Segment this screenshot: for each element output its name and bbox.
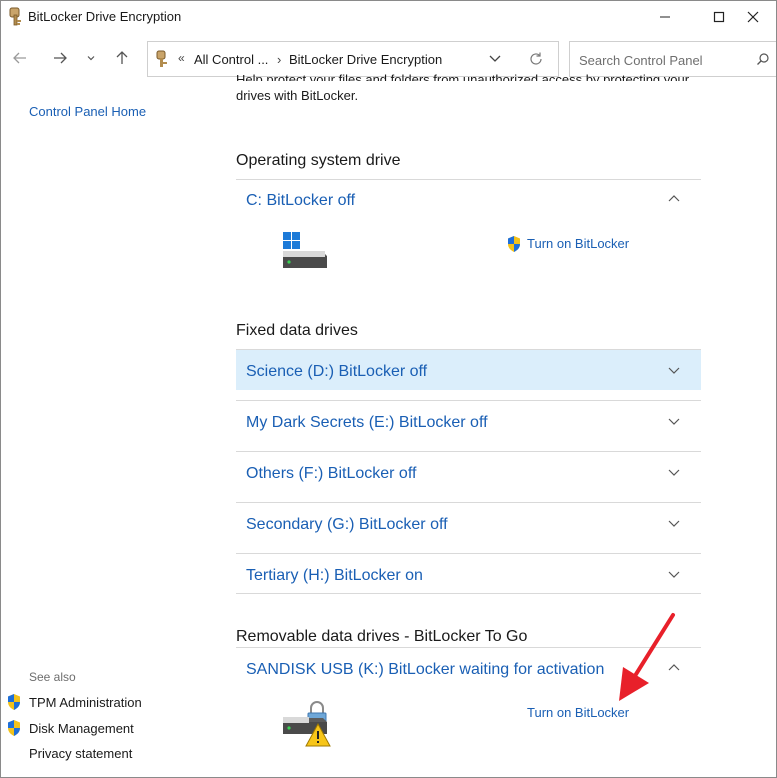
drive-h-label[interactable]: Tertiary (H:) BitLocker on bbox=[246, 567, 423, 585]
drive-d-label[interactable]: Science (D:) BitLocker off bbox=[246, 363, 427, 381]
turn-on-bitlocker-c-link[interactable]: Turn on BitLocker bbox=[527, 236, 629, 251]
title-bar: BitLocker Drive Encryption bbox=[1, 1, 776, 32]
control-panel-home-link[interactable]: Control Panel Home bbox=[29, 104, 146, 119]
red-arrow-annotation bbox=[619, 613, 675, 701]
up-button[interactable] bbox=[111, 47, 133, 69]
drive-k-label[interactable]: SANDISK USB (K:) BitLocker waiting for a… bbox=[246, 661, 604, 679]
privacy-statement-link[interactable]: Privacy statement bbox=[29, 746, 132, 761]
drive-e-label[interactable]: My Dark Secrets (E:) BitLocker off bbox=[246, 414, 488, 432]
drive-c-label[interactable]: C: BitLocker off bbox=[246, 192, 355, 210]
arrow-left-icon bbox=[13, 52, 26, 64]
chevron-down-icon[interactable] bbox=[668, 367, 680, 375]
chevron-down-icon[interactable] bbox=[668, 520, 680, 528]
drive-row-d[interactable]: Science (D:) BitLocker off bbox=[236, 349, 701, 390]
uac-shield-icon bbox=[8, 694, 20, 710]
removable-drive-warning-icon bbox=[283, 701, 331, 747]
uac-shield-icon bbox=[8, 720, 20, 736]
refresh-icon[interactable] bbox=[528, 51, 544, 67]
back-button[interactable] bbox=[9, 47, 31, 69]
drive-g-label[interactable]: Secondary (G:) BitLocker off bbox=[246, 516, 448, 534]
os-drive-icon bbox=[283, 232, 327, 268]
breadcrumb-bitlocker[interactable]: BitLocker Drive Encryption bbox=[289, 52, 442, 67]
recent-locations-button[interactable] bbox=[81, 47, 101, 69]
close-button[interactable] bbox=[730, 1, 776, 32]
chevron-up-icon[interactable] bbox=[668, 194, 680, 202]
chevron-down-icon[interactable] bbox=[668, 571, 680, 579]
minimize-icon bbox=[660, 16, 670, 17]
scroll-clip bbox=[146, 81, 776, 88]
minimize-button[interactable] bbox=[642, 1, 688, 32]
bitlocker-key-icon bbox=[9, 7, 21, 26]
breadcrumb-all-control-panel[interactable]: All Control ... bbox=[194, 52, 268, 67]
chevron-down-icon[interactable] bbox=[668, 418, 680, 426]
uac-shield-icon bbox=[508, 236, 520, 252]
chevron-down-icon[interactable] bbox=[668, 469, 680, 477]
control-panel-icon bbox=[156, 50, 167, 67]
window-title: BitLocker Drive Encryption bbox=[28, 9, 182, 24]
breadcrumb-separator: › bbox=[277, 52, 282, 67]
search-icon[interactable] bbox=[756, 52, 770, 66]
os-drive-heading: Operating system drive bbox=[236, 152, 401, 169]
maximize-icon bbox=[713, 11, 725, 22]
drive-row-h[interactable]: Tertiary (H:) BitLocker on bbox=[236, 553, 701, 594]
drive-row-g[interactable]: Secondary (G:) BitLocker off bbox=[236, 502, 701, 543]
removable-drives-heading: Removable data drives - BitLocker To Go bbox=[236, 628, 528, 645]
search-input[interactable]: Search Control Panel bbox=[579, 53, 703, 68]
disk-management-link[interactable]: Disk Management bbox=[29, 721, 134, 736]
address-dropdown-icon[interactable] bbox=[488, 53, 502, 65]
drive-row-e[interactable]: My Dark Secrets (E:) BitLocker off bbox=[236, 400, 701, 441]
forward-button[interactable] bbox=[49, 47, 71, 69]
close-icon bbox=[747, 11, 759, 22]
arrow-up-icon bbox=[116, 51, 128, 64]
breadcrumb-overflow[interactable]: « bbox=[178, 51, 185, 65]
drive-row-f[interactable]: Others (F:) BitLocker off bbox=[236, 451, 701, 492]
chevron-down-icon bbox=[87, 56, 95, 61]
see-also-heading: See also bbox=[29, 670, 76, 684]
tpm-administration-link[interactable]: TPM Administration bbox=[29, 695, 142, 710]
drive-f-label[interactable]: Others (F:) BitLocker off bbox=[246, 465, 416, 483]
bitlocker-window: BitLocker Drive Encryption « All Control… bbox=[0, 0, 777, 778]
os-drive-panel: C: BitLocker off Turn on BitLocker bbox=[236, 179, 701, 319]
fixed-drives-heading: Fixed data drives bbox=[236, 322, 358, 339]
arrow-right-icon bbox=[54, 52, 67, 64]
turn-on-bitlocker-k-link[interactable]: Turn on BitLocker bbox=[527, 705, 629, 720]
